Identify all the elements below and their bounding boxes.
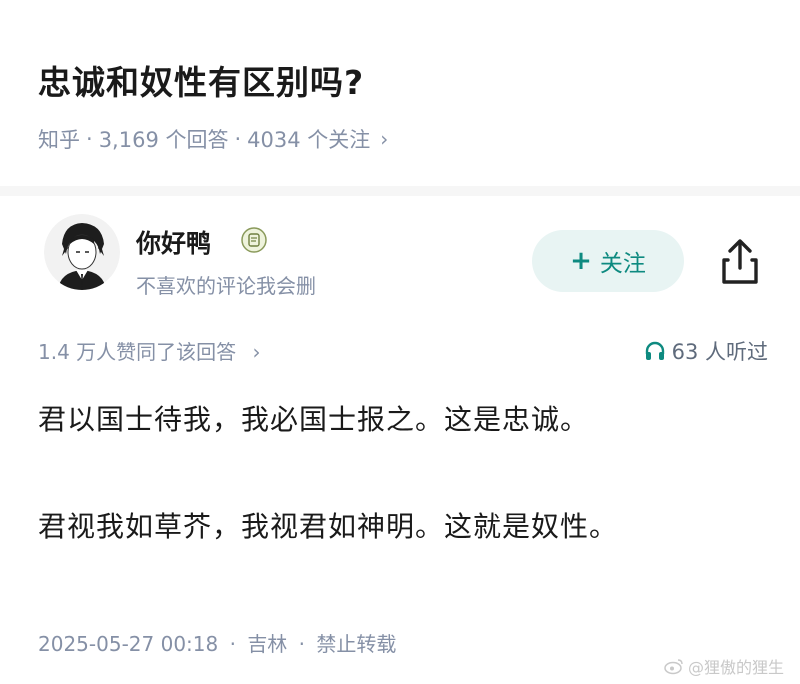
meta-separator: ·	[298, 632, 306, 656]
author-bio: 不喜欢的评论我会删	[136, 274, 316, 298]
badge-icon	[240, 226, 268, 254]
avatar-icon	[44, 214, 120, 290]
question-header: 忠诚和奴性有区别吗? 知乎 · 3,169 个回答 · 4034 个关注 ›	[0, 0, 800, 186]
follow-label: 关注	[599, 251, 646, 277]
author-avatar[interactable]	[44, 214, 120, 290]
meta-separator: ·	[86, 127, 93, 151]
answer-footer: 2025-05-27 00:18 · 吉林 · 禁止转载	[38, 628, 396, 657]
answer-paragraph: 君视我如草芥，我视君如神明。这就是奴性。	[38, 510, 619, 543]
headphones-icon	[645, 341, 664, 360]
listen-count[interactable]: 63 人听过	[644, 336, 768, 366]
watermark-text: @狸傲的狸生	[687, 658, 784, 677]
post-date: 2025-05-27 00:18	[38, 632, 219, 656]
question-meta[interactable]: 知乎 · 3,169 个回答 · 4034 个关注 ›	[38, 124, 388, 154]
followers-count: 4034 个关注	[247, 128, 371, 152]
follow-button[interactable]: + 关注	[532, 230, 684, 292]
question-title[interactable]: 忠诚和奴性有区别吗?	[38, 56, 364, 104]
answers-count: 3,169 个回答	[98, 128, 229, 152]
chevron-right-icon: ›	[252, 340, 261, 364]
chevron-right-icon: ›	[380, 127, 389, 151]
meta-separator: ·	[229, 632, 236, 656]
weibo-icon	[664, 659, 683, 675]
meta-separator: ·	[234, 127, 242, 151]
copyright-notice: 禁止转载	[316, 632, 397, 656]
likes-count: 1.4 万人赞同了该回答	[38, 340, 237, 364]
listen-count-text: 63 人听过	[671, 340, 768, 364]
answer-stats: 1.4 万人赞同了该回答 › 63 人听过	[38, 336, 768, 366]
source-label: 知乎	[38, 128, 80, 152]
likes-summary[interactable]: 1.4 万人赞同了该回答 ›	[38, 336, 261, 365]
watermark: @狸傲的狸生	[664, 654, 784, 678]
author-name[interactable]: 你好鸭	[136, 224, 211, 260]
plus-icon: +	[570, 246, 592, 276]
section-divider	[0, 186, 800, 196]
share-icon[interactable]	[716, 236, 764, 288]
answer-paragraph: 君以国士待我，我必国士报之。这是忠诚。	[38, 403, 590, 436]
post-location: 吉林	[247, 632, 288, 656]
